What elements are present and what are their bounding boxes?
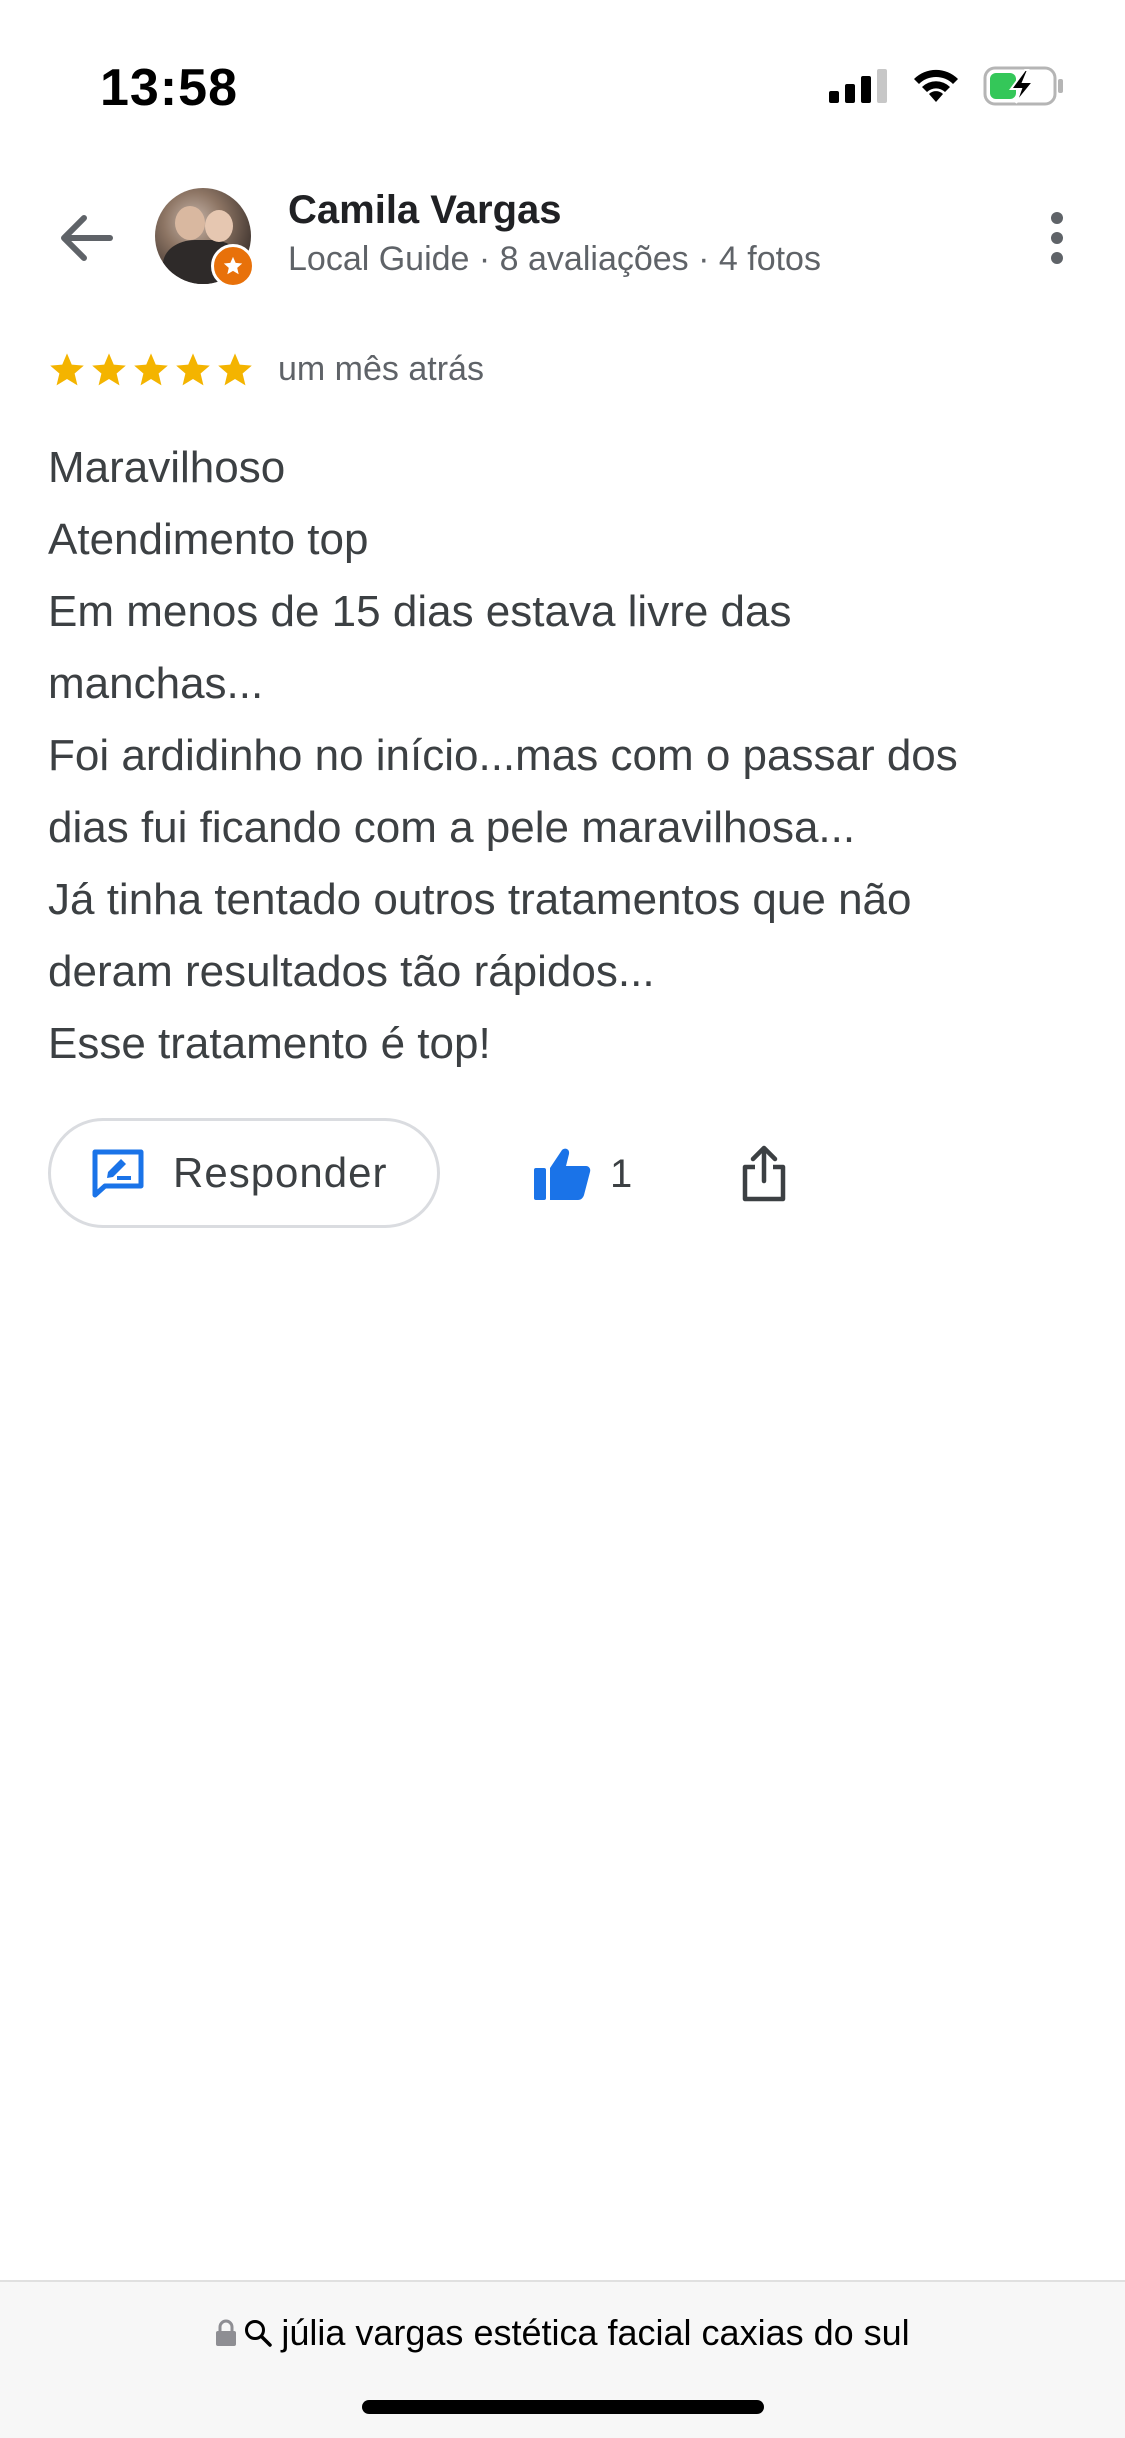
star-icon bbox=[134, 352, 168, 385]
reply-button[interactable]: Responder bbox=[48, 1118, 440, 1228]
status-bar: 13:58 bbox=[0, 0, 1125, 160]
status-icons bbox=[829, 66, 1065, 106]
review-actions: Responder 1 bbox=[48, 1118, 1078, 1234]
thumb-up-icon bbox=[534, 1148, 591, 1200]
url-bar[interactable]: júlia vargas estética facial caxias do s… bbox=[0, 2312, 1125, 2354]
home-indicator[interactable] bbox=[362, 2400, 764, 2414]
reply-label: Responder bbox=[173, 1149, 388, 1196]
star-rating bbox=[48, 351, 254, 389]
review-line: Em menos de 15 dias estava livre das bbox=[48, 587, 792, 636]
rate-review-icon bbox=[92, 1149, 144, 1198]
review-line: Já tinha tentado outros tratamentos que … bbox=[48, 875, 912, 924]
wifi-icon bbox=[914, 69, 958, 102]
star-icon bbox=[176, 352, 210, 385]
review-line: Maravilhoso bbox=[48, 443, 286, 492]
search-icon bbox=[245, 2320, 273, 2347]
more-vert-icon bbox=[1051, 212, 1063, 264]
share-icon bbox=[742, 1145, 786, 1202]
back-button[interactable] bbox=[50, 202, 122, 274]
battery-charging-icon bbox=[983, 66, 1063, 106]
review-date: um mês atrás bbox=[278, 350, 484, 388]
review-line: Atendimento top bbox=[48, 515, 369, 564]
lock-icon bbox=[216, 2319, 237, 2346]
status-time: 13:58 bbox=[100, 59, 238, 117]
cellular-signal-icon bbox=[829, 69, 887, 103]
star-icon bbox=[218, 352, 252, 385]
review-line: Esse tratamento é top! bbox=[48, 1019, 491, 1068]
more-options-button[interactable] bbox=[1025, 200, 1089, 276]
review-line: manchas... bbox=[48, 659, 264, 708]
like-count: 1 bbox=[610, 1151, 633, 1196]
review-header: Camila Vargas Local Guide · 8 avaliações… bbox=[0, 180, 1125, 300]
review-text: Maravilhoso Atendimento top Em menos de … bbox=[48, 432, 1078, 1080]
review-line: deram resultados tão rápidos... bbox=[48, 947, 655, 996]
reviewer-meta: Local Guide · 8 avaliações · 4 fotos bbox=[288, 240, 821, 278]
review-line: Foi ardidinho no início...mas com o pass… bbox=[48, 731, 958, 780]
review-line: dias fui ficando com a pele maravilhosa.… bbox=[48, 803, 856, 852]
reviewer-avatar[interactable] bbox=[155, 188, 255, 288]
browser-bottom-bar: júlia vargas estética facial caxias do s… bbox=[0, 2280, 1125, 2438]
share-button[interactable] bbox=[728, 1134, 800, 1214]
local-guide-badge-icon bbox=[211, 244, 255, 288]
star-icon bbox=[92, 352, 126, 385]
like-button[interactable]: 1 bbox=[532, 1138, 632, 1210]
rating-row: um mês atrás bbox=[48, 350, 484, 389]
url-text: júlia vargas estética facial caxias do s… bbox=[281, 2312, 910, 2353]
reviewer-name[interactable]: Camila Vargas bbox=[288, 188, 562, 233]
star-icon bbox=[50, 352, 84, 385]
arrow-left-icon bbox=[61, 215, 113, 261]
